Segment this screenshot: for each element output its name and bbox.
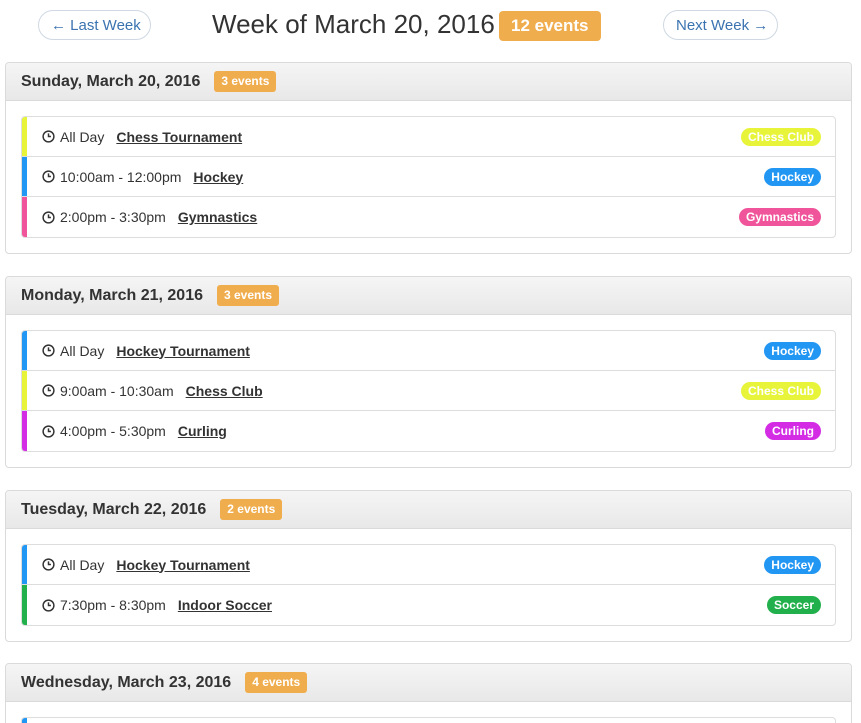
- event-row: [22, 718, 835, 723]
- event-row: All Day Hockey Tournament Hockey: [22, 331, 835, 371]
- event-list: All Day Hockey Tournament Hockey 7:30pm …: [21, 544, 836, 626]
- event-color-stripe: [22, 545, 27, 584]
- day-header: Tuesday, March 22, 2016 2 events: [6, 491, 851, 529]
- event-category-tag: Chess Club: [740, 381, 821, 400]
- event-category-tag: Hockey: [764, 555, 821, 574]
- next-week-button[interactable]: Next Week →: [663, 10, 778, 40]
- day-event-count-badge: 2 events: [220, 499, 283, 520]
- event-color-stripe: [22, 117, 27, 156]
- event-category-tag: Curling: [765, 422, 821, 440]
- event-list: All Day Hockey Tournament Hockey 9:00am …: [21, 330, 836, 452]
- day-panel-sunday: Sunday, March 20, 2016 3 events All Day …: [5, 62, 852, 254]
- event-row: All Day Chess Tournament Chess Club: [22, 117, 835, 157]
- day-panel-monday: Monday, March 21, 2016 3 events All Day …: [5, 276, 852, 468]
- day-panel-wednesday: Wednesday, March 23, 2016 4 events: [5, 663, 852, 723]
- day-event-count-badge: 3 events: [214, 71, 277, 92]
- day-header: Monday, March 21, 2016 3 events: [6, 277, 851, 315]
- event-row: All Day Hockey Tournament Hockey: [22, 545, 835, 585]
- event-row: 2:00pm - 3:30pm Gymnastics Gymnastics: [22, 197, 835, 237]
- event-row: 4:00pm - 5:30pm Curling Curling: [22, 411, 835, 451]
- clock-icon: [42, 210, 55, 224]
- event-color-stripe: [22, 331, 27, 370]
- event-category-tag: Gymnastics: [738, 208, 821, 226]
- event-color-stripe: [22, 371, 27, 410]
- event-time: 4:00pm - 5:30pm: [60, 423, 166, 439]
- event-link[interactable]: Curling: [178, 423, 227, 439]
- day-header: Wednesday, March 23, 2016 4 events: [6, 664, 851, 702]
- event-list: [21, 717, 836, 723]
- event-link[interactable]: Chess Club: [186, 383, 263, 399]
- clock-icon: [42, 170, 55, 183]
- last-week-button[interactable]: ← Last Week: [38, 10, 151, 40]
- clock-icon: [42, 598, 55, 612]
- clock-icon: [42, 424, 55, 438]
- event-row: 7:30pm - 8:30pm Indoor Soccer Soccer: [22, 585, 835, 625]
- week-header: ← Last Week Week of March 20, 2016 12 ev…: [0, 0, 861, 52]
- event-category-tag: Hockey: [764, 341, 821, 360]
- day-title: Wednesday, March 23, 2016: [21, 673, 232, 691]
- event-color-stripe: [22, 718, 27, 723]
- event-link[interactable]: Gymnastics: [178, 209, 257, 225]
- event-link[interactable]: Hockey: [193, 169, 243, 185]
- event-time: All Day: [60, 556, 105, 573]
- clock-icon: [42, 384, 55, 397]
- event-link[interactable]: Hockey Tournament: [116, 557, 250, 573]
- day-event-count-badge: 4 events: [245, 672, 308, 693]
- event-time: All Day: [60, 342, 105, 359]
- event-time: 7:30pm - 8:30pm: [60, 597, 166, 613]
- event-color-stripe: [22, 585, 27, 625]
- calendar-week-view: ← Last Week Week of March 20, 2016 12 ev…: [0, 0, 861, 723]
- day-title: Monday, March 21, 2016: [21, 286, 203, 304]
- event-time: 2:00pm - 3:30pm: [60, 209, 166, 225]
- event-link[interactable]: Indoor Soccer: [178, 597, 272, 613]
- clock-icon: [42, 558, 55, 571]
- day-header: Sunday, March 20, 2016 3 events: [6, 63, 851, 101]
- event-time: 9:00am - 10:30am: [60, 382, 174, 399]
- clock-icon: [42, 130, 55, 143]
- event-color-stripe: [22, 157, 27, 196]
- day-panel-tuesday: Tuesday, March 22, 2016 2 events All Day…: [5, 490, 852, 642]
- day-event-count-badge: 3 events: [217, 285, 280, 306]
- event-color-stripe: [22, 197, 27, 237]
- event-link[interactable]: Chess Tournament: [116, 129, 242, 145]
- week-title: Week of March 20, 2016: [212, 9, 495, 39]
- day-title: Sunday, March 20, 2016: [21, 72, 201, 90]
- clock-icon: [42, 344, 55, 357]
- event-category-tag: Hockey: [764, 167, 821, 186]
- event-row: 10:00am - 12:00pm Hockey Hockey: [22, 157, 835, 197]
- week-event-count-badge: 12 events: [499, 11, 601, 41]
- event-time: All Day: [60, 128, 105, 145]
- event-row: 9:00am - 10:30am Chess Club Chess Club: [22, 371, 835, 411]
- day-title: Tuesday, March 22, 2016: [21, 500, 207, 518]
- event-category-tag: Soccer: [766, 596, 821, 614]
- event-color-stripe: [22, 411, 27, 451]
- event-link[interactable]: Hockey Tournament: [116, 343, 250, 359]
- event-list: All Day Chess Tournament Chess Club 10:0…: [21, 116, 836, 238]
- event-time: 10:00am - 12:00pm: [60, 168, 182, 185]
- event-category-tag: Chess Club: [740, 127, 821, 146]
